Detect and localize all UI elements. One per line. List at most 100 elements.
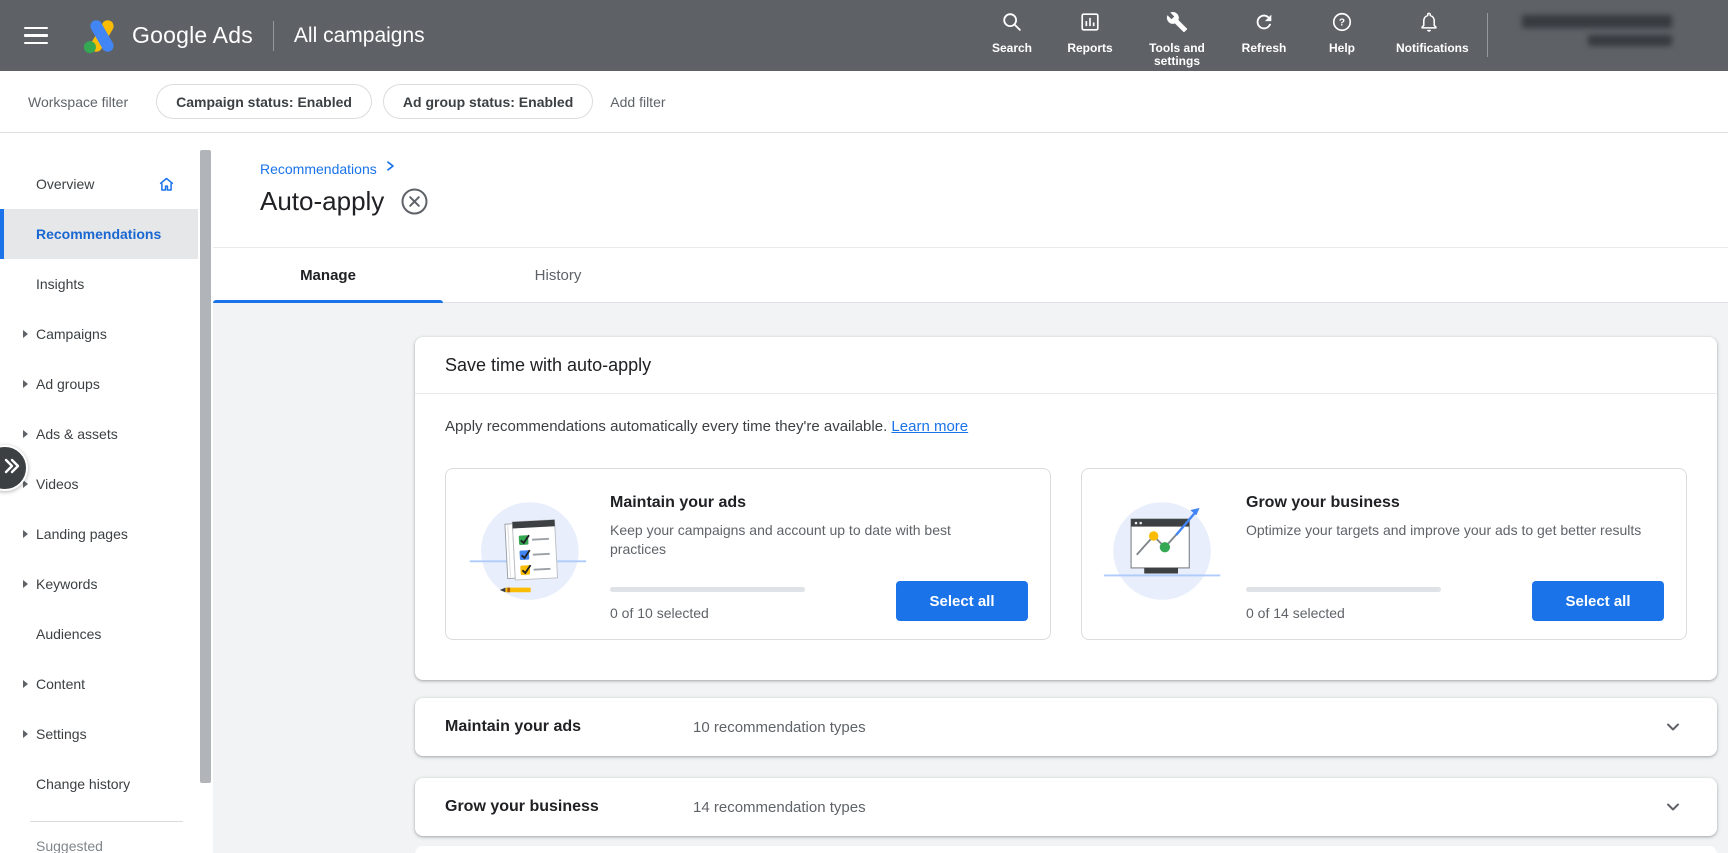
chevron-down-icon[interactable] xyxy=(1663,797,1683,817)
expand-caret-icon xyxy=(23,430,28,438)
double-chevron-right-icon xyxy=(2,456,22,481)
sidebar-item-insights[interactable]: Insights xyxy=(0,259,198,309)
product-name: Google Ads xyxy=(132,22,253,48)
page-title: Auto-apply xyxy=(260,186,385,216)
sidebar-item-ads-assets[interactable]: Ads & assets xyxy=(0,409,198,459)
tab-bar: Manage History xyxy=(213,248,1728,303)
card-body: Apply recommendations automatically ever… xyxy=(415,394,1717,640)
filter-pill-ad-group-status[interactable]: Ad group status: Enabled xyxy=(382,84,594,119)
refresh-icon xyxy=(1253,11,1275,38)
expand-caret-icon xyxy=(23,330,28,338)
learn-more-link[interactable]: Learn more xyxy=(891,418,968,435)
checklist-illustration xyxy=(466,491,588,616)
wrench-icon xyxy=(1166,11,1188,38)
sidebar-item-audiences[interactable]: Audiences xyxy=(0,609,198,659)
expand-caret-icon xyxy=(23,380,28,388)
home-icon xyxy=(157,175,176,194)
tab-history[interactable]: History xyxy=(443,248,673,302)
title-row: Auto-apply xyxy=(260,186,1728,217)
help-icon: ? xyxy=(1331,11,1353,38)
svg-text:?: ? xyxy=(1339,18,1345,29)
refresh-nav-button[interactable]: Refresh xyxy=(1240,11,1288,55)
main-content: Recommendations Auto-apply Manage Histor… xyxy=(213,133,1728,853)
page-header: Recommendations Auto-apply xyxy=(213,133,1728,247)
sidebar-item-recommendations[interactable]: Recommendations xyxy=(0,209,198,259)
select-all-button-grow[interactable]: Select all xyxy=(1532,581,1664,621)
card-description: Apply recommendations automatically ever… xyxy=(445,418,969,435)
expand-caret-icon xyxy=(23,730,28,738)
promo-description: Optimize your targets and improve your a… xyxy=(1246,522,1642,538)
progress-row: 0 of 14 selected Select all xyxy=(1246,581,1664,621)
progress-row: 0 of 10 selected Select all xyxy=(610,581,1028,621)
sidebar-item-ad-groups[interactable]: Ad groups xyxy=(0,359,198,409)
reports-nav-button[interactable]: Reports xyxy=(1066,11,1114,55)
search-nav-button[interactable]: Search xyxy=(988,11,1036,55)
close-auto-apply-button[interactable] xyxy=(400,187,429,216)
content-area: Save time with auto-apply Apply recommen… xyxy=(213,303,1728,853)
tools-and-settings-nav-button[interactable]: Tools and settings xyxy=(1144,11,1210,68)
promo-title: Grow your business xyxy=(1246,494,1400,511)
chevron-down-icon[interactable] xyxy=(1663,717,1683,737)
grow-your-business-card: Grow your business Optimize your targets… xyxy=(1081,468,1687,640)
expand-caret-icon xyxy=(23,530,28,538)
sidebar-section-suggested: Suggested xyxy=(36,838,103,853)
growth-chart-illustration xyxy=(1102,491,1224,616)
expand-caret-icon xyxy=(23,680,28,688)
card-title-row: Save time with auto-apply xyxy=(415,337,1717,394)
left-sidebar: Overview Recommendations Insights Campai… xyxy=(0,133,213,853)
notifications-nav-button[interactable]: Notifications xyxy=(1396,11,1469,55)
promo-description: Keep your campaigns and account up to da… xyxy=(610,522,951,557)
promo-row: Maintain your ads Keep your campaigns an… xyxy=(445,468,1687,640)
top-app-bar: Google Ads All campaigns Search Reports … xyxy=(0,0,1728,71)
chevron-right-icon xyxy=(383,159,397,178)
maintain-your-ads-card: Maintain your ads Keep your campaigns an… xyxy=(445,468,1051,640)
sidebar-item-keywords[interactable]: Keywords xyxy=(0,559,198,609)
sidebar-item-settings[interactable]: Settings xyxy=(0,709,198,759)
menu-button[interactable] xyxy=(24,18,60,54)
bell-icon xyxy=(1418,11,1440,38)
breadcrumb: Recommendations xyxy=(260,159,1728,178)
header-divider xyxy=(1487,13,1488,57)
next-card-partial xyxy=(415,846,1717,853)
sidebar-item-campaigns[interactable]: Campaigns xyxy=(0,309,198,359)
filter-pill-campaign-status[interactable]: Campaign status: Enabled xyxy=(156,84,372,119)
sidebar-item-change-history[interactable]: Change history xyxy=(0,759,198,809)
expand-caret-icon xyxy=(23,580,28,588)
selection-progress-bar xyxy=(1246,587,1441,592)
accordion-title: Grow your business xyxy=(445,798,599,815)
promo-main: Maintain your ads Keep your campaigns an… xyxy=(610,485,1028,621)
sidebar-scrollbar[interactable] xyxy=(200,150,211,783)
google-ads-logo-icon xyxy=(82,17,122,55)
header-divider xyxy=(272,20,274,51)
tab-manage[interactable]: Manage xyxy=(213,248,443,303)
sidebar-nav: Overview Recommendations Insights Campai… xyxy=(0,133,213,853)
accordion-count: 14 recommendation types xyxy=(693,798,866,816)
account-info-redacted[interactable] xyxy=(1502,15,1672,46)
select-all-button-maintain[interactable]: Select all xyxy=(896,581,1028,621)
accordion-grow-your-business[interactable]: Grow your business 14 recommendation typ… xyxy=(415,778,1717,836)
card-title: Save time with auto-apply xyxy=(445,354,652,375)
breadcrumb-recommendations-link[interactable]: Recommendations xyxy=(260,161,377,177)
auto-apply-card: Save time with auto-apply Apply recommen… xyxy=(415,337,1717,680)
accordion-maintain-your-ads[interactable]: Maintain your ads 10 recommendation type… xyxy=(415,698,1717,756)
promo-main: Grow your business Optimize your targets… xyxy=(1246,485,1664,621)
help-nav-button[interactable]: ? Help xyxy=(1318,11,1366,55)
selected-count-label: 0 of 14 selected xyxy=(1246,605,1345,621)
accordion-count: 10 recommendation types xyxy=(693,718,866,736)
selection-progress-bar xyxy=(610,587,805,592)
sidebar-item-videos[interactable]: Videos xyxy=(0,459,198,509)
add-filter-button[interactable]: Add filter xyxy=(610,94,665,110)
header-right: Search Reports Tools and settings Refres… xyxy=(973,0,1728,71)
selected-count-label: 0 of 10 selected xyxy=(610,605,709,621)
search-icon xyxy=(1001,11,1023,38)
header-left: Google Ads All campaigns xyxy=(24,17,425,55)
promo-title: Maintain your ads xyxy=(610,494,747,511)
sidebar-item-landing-pages[interactable]: Landing pages xyxy=(0,509,198,559)
reports-icon xyxy=(1079,11,1101,38)
sidebar-item-content[interactable]: Content xyxy=(0,659,198,709)
sidebar-item-overview[interactable]: Overview xyxy=(0,159,198,209)
filter-bar: Workspace filter Campaign status: Enable… xyxy=(0,71,1728,133)
close-circle-icon xyxy=(401,188,428,215)
context-title[interactable]: All campaigns xyxy=(294,24,425,48)
redacted-text-line xyxy=(1522,15,1672,28)
